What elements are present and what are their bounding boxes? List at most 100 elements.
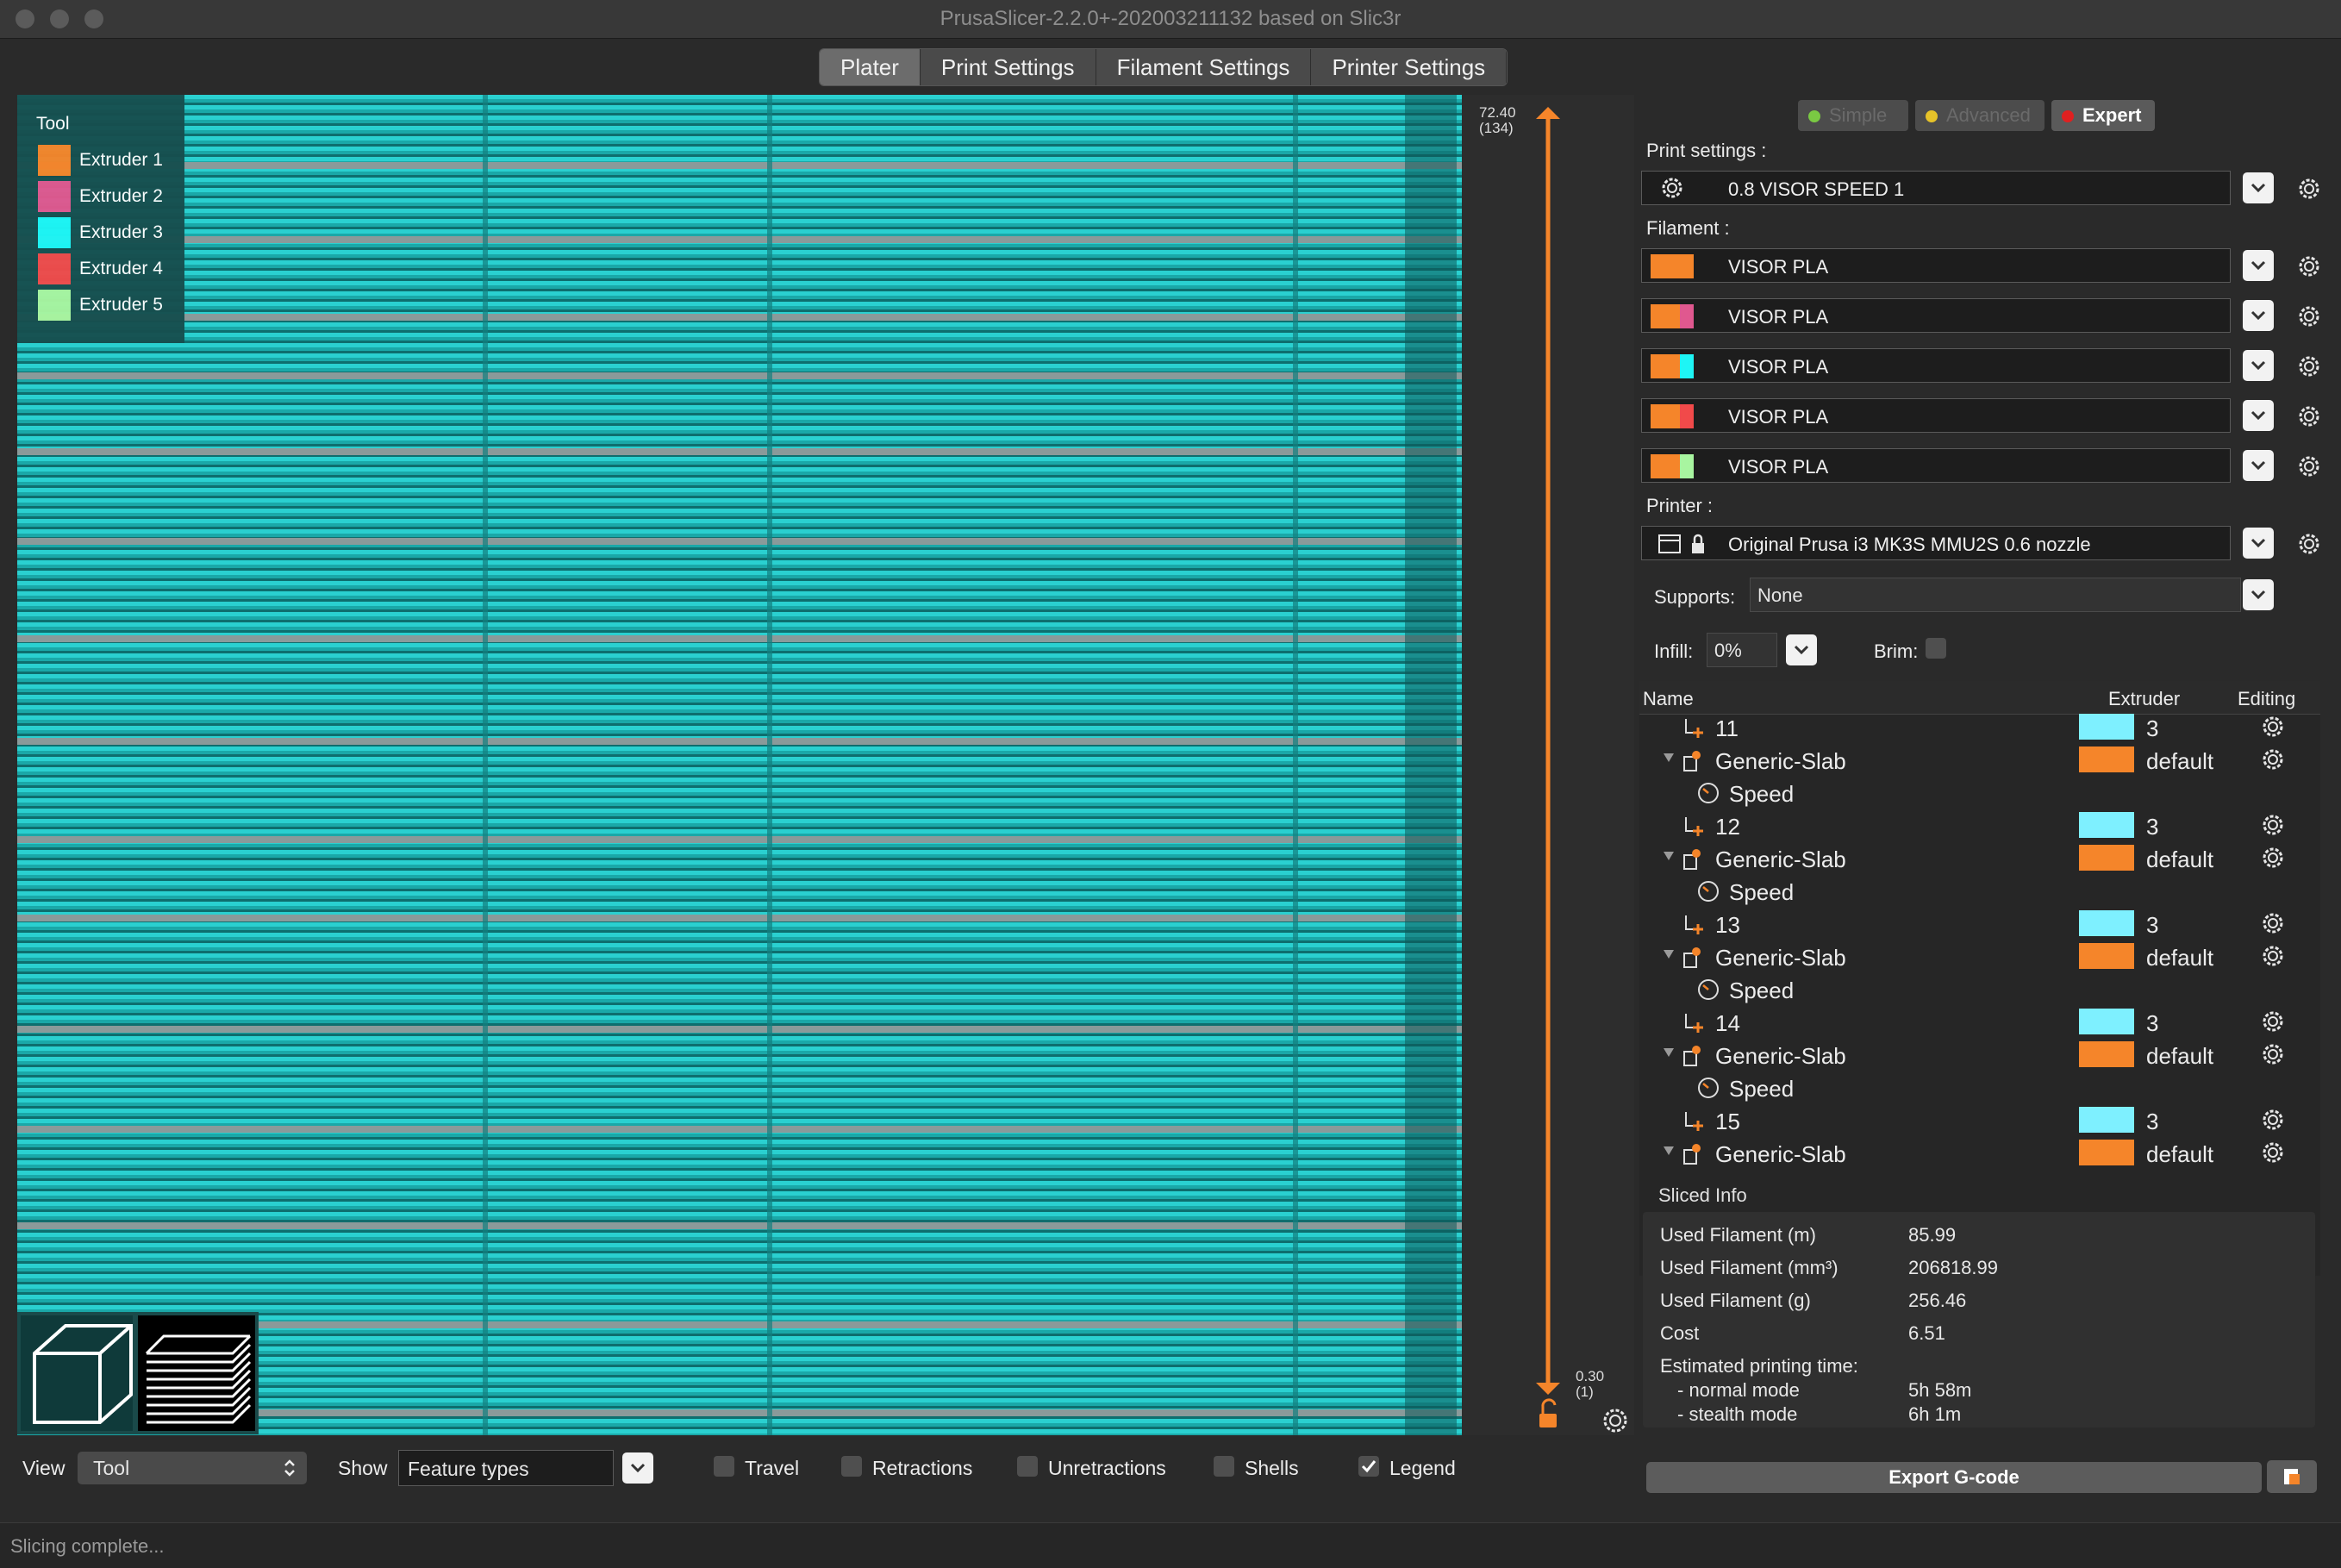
estimated-time-label: Estimated printing time: (1660, 1355, 1858, 1377)
print-settings-combo[interactable]: 0.8 VISOR SPEED 1 (1641, 171, 2231, 205)
speed-icon (1698, 881, 1719, 902)
filament-combo-1[interactable]: VISOR PLA (1641, 248, 2231, 283)
printer-combo[interactable]: Original Prusa i3 MK3S MMU2S 0.6 nozzle (1641, 526, 2231, 560)
object-row-modifier[interactable]: Generic-Slab default (1639, 940, 2320, 972)
unretractions-checkbox[interactable] (1017, 1456, 1038, 1477)
extruder-color-swatch (2079, 910, 2134, 936)
supports-dropdown-button[interactable] (2243, 579, 2274, 610)
layer-gap-line (17, 1026, 1462, 1033)
retractions-checkbox[interactable] (841, 1456, 862, 1477)
shells-checkbox[interactable] (1214, 1456, 1234, 1477)
filament-combo-2[interactable]: VISOR PLA (1641, 298, 2231, 333)
gcode-preview-viewport[interactable] (17, 95, 1462, 1435)
print-settings-dropdown-button[interactable] (2243, 172, 2274, 203)
speed-icon (1698, 1078, 1719, 1098)
filament-dropdown-button[interactable] (2243, 400, 2274, 431)
brim-checkbox[interactable] (1926, 638, 1946, 659)
layer-gap-line (17, 915, 1462, 921)
filament-dropdown-button[interactable] (2243, 300, 2274, 331)
edit-gear-icon[interactable] (2262, 715, 2284, 738)
preview-layers-icon[interactable] (138, 1315, 255, 1431)
infill-combo[interactable]: 0% (1707, 633, 1777, 667)
extruder-value: 3 (2146, 814, 2159, 840)
filament-dropdown-button[interactable] (2243, 350, 2274, 381)
show-label: Show (338, 1457, 388, 1479)
print-settings-edit-gear-icon[interactable] (2298, 178, 2320, 200)
edit-gear-icon[interactable] (2262, 748, 2284, 771)
tab-print-settings[interactable]: Print Settings (920, 49, 1096, 85)
slider-settings-gear-icon[interactable] (1603, 1409, 1627, 1433)
filament-edit-gear-icon[interactable] (2298, 355, 2320, 378)
tab-filament-settings[interactable]: Filament Settings (1096, 49, 1312, 85)
object-row-modifier[interactable]: Generic-Slab default (1639, 743, 2320, 776)
filament-dropdown-button[interactable] (2243, 250, 2274, 281)
export-gcode-button[interactable]: Export G-code (1646, 1462, 2262, 1493)
slider-bottom-thumb[interactable] (1536, 1383, 1560, 1395)
3d-view-icon[interactable] (21, 1315, 133, 1431)
object-row-setting[interactable]: Speed (1639, 972, 2320, 1005)
filament-edit-gear-icon[interactable] (2298, 255, 2320, 278)
extruder-value: default (2146, 1043, 2214, 1069)
object-row-setting[interactable]: Speed (1639, 776, 2320, 809)
infill-dropdown-button[interactable] (1786, 634, 1817, 665)
export-device-icon (2284, 1469, 2300, 1484)
legend-checkbox[interactable] (1358, 1456, 1379, 1477)
printer-edit-gear-icon[interactable] (2298, 533, 2320, 555)
filament-color-swatch (1651, 304, 1694, 328)
object-row-modifier[interactable]: Generic-Slab default (1639, 1136, 2320, 1169)
filament-edit-gear-icon[interactable] (2298, 455, 2320, 478)
edit-gear-icon[interactable] (2262, 814, 2284, 836)
mode-expert-button[interactable]: Expert (2051, 100, 2155, 131)
object-name: Generic-Slab (1715, 846, 1846, 872)
object-row-part[interactable]: 15 3 (1639, 1103, 2320, 1136)
edit-gear-icon[interactable] (2262, 846, 2284, 869)
used-filament-g-value: 256.46 (1908, 1290, 1967, 1311)
column-editing[interactable]: Editing (2238, 688, 2295, 710)
slider-top-thumb[interactable] (1536, 107, 1560, 119)
layer-slider[interactable]: 72.40 (134) 0.30 (1) (1462, 95, 1634, 1435)
extruder-value: 3 (2146, 912, 2159, 938)
filament-edit-gear-icon[interactable] (2298, 305, 2320, 328)
view-label: View (22, 1457, 66, 1479)
send-to-device-button[interactable] (2267, 1460, 2317, 1493)
column-extruder[interactable]: Extruder (2108, 688, 2180, 710)
filament-color-swatch (1651, 454, 1694, 478)
travel-checkbox[interactable] (714, 1456, 734, 1477)
show-select[interactable]: Feature types (398, 1450, 614, 1486)
object-row-setting[interactable]: Speed (1639, 1071, 2320, 1103)
filament-edit-gear-icon[interactable] (2298, 405, 2320, 428)
supports-combo[interactable]: None (1750, 578, 2241, 612)
mode-label: Advanced (1946, 104, 2031, 126)
filament-combo-5[interactable]: VISOR PLA (1641, 448, 2231, 483)
printer-dropdown-button[interactable] (2243, 528, 2274, 559)
object-row-setting[interactable]: Speed (1639, 874, 2320, 907)
filament-dropdown-button[interactable] (2243, 450, 2274, 481)
tab-plater[interactable]: Plater (820, 49, 921, 85)
filament-name: VISOR PLA (1728, 456, 1829, 478)
edit-gear-icon[interactable] (2262, 1043, 2284, 1065)
edit-gear-icon[interactable] (2262, 1141, 2284, 1164)
layer-gap-line (17, 236, 1462, 243)
edit-gear-icon[interactable] (2262, 1109, 2284, 1131)
filament-combo-3[interactable]: VISOR PLA (1641, 348, 2231, 383)
edit-gear-icon[interactable] (2262, 1010, 2284, 1033)
column-name[interactable]: Name (1643, 688, 1694, 710)
edit-gear-icon[interactable] (2262, 912, 2284, 934)
object-name: 15 (1715, 1109, 1740, 1134)
view-select[interactable]: Tool (78, 1452, 307, 1484)
chevron-down-icon (2250, 538, 2266, 548)
object-row-part[interactable]: 11 3 (1639, 710, 2320, 743)
object-row-modifier[interactable]: Generic-Slab default (1639, 841, 2320, 874)
show-dropdown-button[interactable] (622, 1452, 653, 1484)
edit-gear-icon[interactable] (2262, 945, 2284, 967)
mode-simple-button[interactable]: Simple (1798, 100, 1908, 131)
mode-advanced-button[interactable]: Advanced (1915, 100, 2044, 131)
filament-name: VISOR PLA (1728, 256, 1829, 278)
filament-combo-4[interactable]: VISOR PLA (1641, 398, 2231, 433)
object-row-modifier[interactable]: Generic-Slab default (1639, 1038, 2320, 1071)
tab-printer-settings[interactable]: Printer Settings (1311, 49, 1508, 85)
object-row-part[interactable]: 14 3 (1639, 1005, 2320, 1038)
lock-open-icon[interactable] (1539, 1398, 1557, 1427)
object-row-part[interactable]: 12 3 (1639, 809, 2320, 841)
object-row-part[interactable]: 13 3 (1639, 907, 2320, 940)
